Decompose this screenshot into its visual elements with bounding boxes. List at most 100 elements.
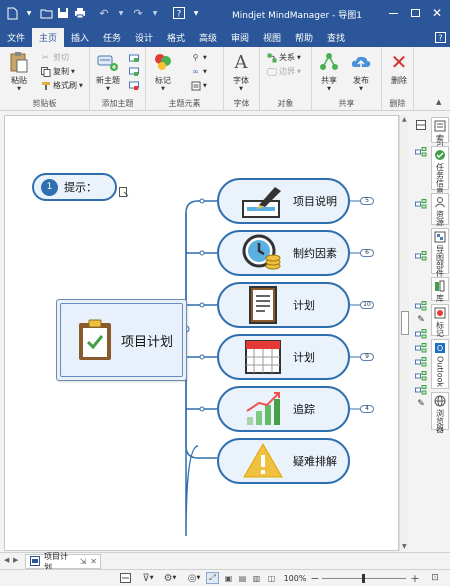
close-tab-icon[interactable]: ✕ xyxy=(90,557,97,566)
map-node-icon[interactable] xyxy=(414,369,428,383)
vertical-scrollbar[interactable]: ▲ ▼ xyxy=(399,115,409,551)
add-callout-button[interactable] xyxy=(128,66,139,77)
map-node-icon[interactable] xyxy=(414,249,428,263)
topic-project-description[interactable]: 项目说明 xyxy=(217,178,350,224)
topic-count-badge[interactable]: 5 xyxy=(360,197,374,205)
document-tab[interactable]: 项目计划 ⇲ ✕ xyxy=(25,552,101,572)
customize-button[interactable]: ▼ xyxy=(188,5,204,21)
tab-insert[interactable]: 插入 xyxy=(64,28,96,47)
delete-button[interactable]: ✕ 删除 xyxy=(388,50,410,86)
close-button[interactable]: ✕ xyxy=(426,4,448,22)
topic-constraints[interactable]: 制约因素 xyxy=(217,230,350,276)
share-button[interactable]: 共享 ▼ xyxy=(318,51,340,92)
callout-topic[interactable]: 1 提示： xyxy=(32,173,117,201)
grid-icon[interactable] xyxy=(414,118,428,132)
cut-button[interactable]: ✂ 剪切 xyxy=(40,52,69,63)
format-painter-button[interactable]: 格式刷 ▼ xyxy=(40,80,83,91)
filter-button[interactable] xyxy=(118,572,132,584)
tab-scroll-left-icon[interactable]: ◀ xyxy=(4,556,9,564)
boundary-button[interactable]: 边界 ▼ xyxy=(266,66,301,77)
pencil-icon[interactable]: ✎ xyxy=(414,397,428,411)
maximize-button[interactable] xyxy=(404,4,426,22)
view-map-button[interactable]: ▣ xyxy=(222,572,235,584)
redo-button[interactable]: ↷ xyxy=(130,5,146,21)
map-node-icon[interactable] xyxy=(414,341,428,355)
map-node-icon[interactable] xyxy=(414,145,428,159)
view-outline-button[interactable]: ▤ xyxy=(236,572,249,584)
scroll-down-icon[interactable]: ▼ xyxy=(402,543,407,550)
tab-review[interactable]: 审阅 xyxy=(224,28,256,47)
tab-file[interactable]: 文件 xyxy=(0,28,32,47)
zoom-slider-thumb[interactable] xyxy=(362,574,365,583)
callout-note-icon[interactable] xyxy=(119,187,129,197)
central-topic[interactable]: 项目计划 xyxy=(56,299,187,381)
attachment-button[interactable]: ⚲ ▼ xyxy=(190,52,207,63)
mark-button[interactable]: 标记 ▼ xyxy=(152,51,174,92)
tab-resources[interactable]: 资源 xyxy=(431,193,449,226)
new-topic-button[interactable]: 新主题 ▼ xyxy=(96,51,120,92)
dropdown-button[interactable]: ▼ xyxy=(21,5,37,21)
tab-markers[interactable]: 标记 xyxy=(431,304,449,337)
topic-count-badge[interactable]: 4 xyxy=(360,405,374,413)
tab-task[interactable]: 任务 xyxy=(96,28,128,47)
topic-count-badge[interactable]: 10 xyxy=(360,301,374,309)
settings-dropdown-button[interactable]: ⚙ ▼ xyxy=(160,572,180,584)
minimize-button[interactable] xyxy=(382,4,404,22)
tab-outlook[interactable]: O Outlook xyxy=(431,339,449,389)
zoom-in-button[interactable]: + xyxy=(410,572,420,585)
relation-button[interactable]: 关系 ▼ xyxy=(266,52,301,63)
add-subtopic-button[interactable] xyxy=(128,52,139,63)
topic-count-badge[interactable]: 6 xyxy=(360,249,374,257)
filter-dropdown-button[interactable]: ⊽ ▼ xyxy=(138,572,158,584)
topic-plan[interactable]: 计划 xyxy=(217,282,350,328)
map-node-icon[interactable] xyxy=(414,355,428,369)
map-node-icon[interactable] xyxy=(414,197,428,211)
pin-icon[interactable]: ⇲ xyxy=(80,557,87,566)
topic-tracking[interactable]: 追踪 xyxy=(217,386,350,432)
tab-home[interactable]: 主页 xyxy=(32,28,64,47)
tab-browser[interactable]: 浏览器 xyxy=(431,392,449,433)
focus-dropdown-button[interactable]: ◎ ▼ xyxy=(184,572,204,584)
view-gantt-button[interactable]: ▥ xyxy=(250,572,263,584)
tab-task-info[interactable]: 任务信息 xyxy=(431,146,449,195)
map-canvas[interactable]: 1 提示： 项目计划 项目说明 5 制约因素 6 计划 10 计划 9 追踪 4… xyxy=(4,115,399,551)
tab-find[interactable]: 查找 xyxy=(320,28,352,47)
new-file-button[interactable] xyxy=(4,5,20,21)
tab-help[interactable]: 帮助 xyxy=(288,28,320,47)
notes-button[interactable]: ▼ xyxy=(190,80,207,91)
pencil-icon[interactable]: ✎ xyxy=(414,313,428,327)
topic-troubleshooting[interactable]: 疑难排解 xyxy=(217,438,350,484)
copy-button[interactable]: 复制 ▼ xyxy=(40,66,75,77)
paste-button[interactable]: 粘贴 ▼ xyxy=(8,51,30,92)
ribbon-collapse-button[interactable]: ▲ xyxy=(436,97,446,107)
map-node-icon[interactable] xyxy=(414,383,428,397)
tab-map-parts[interactable]: 导图部件 xyxy=(431,228,449,277)
open-button[interactable] xyxy=(38,5,54,21)
fit-window-button[interactable]: ⊡ xyxy=(428,572,442,584)
undo-button[interactable]: ↶ xyxy=(96,5,112,21)
topic-schedule[interactable]: 计划 xyxy=(217,334,350,380)
vertical-scroll-thumb[interactable] xyxy=(401,311,409,335)
map-node-icon[interactable] xyxy=(414,299,428,313)
redo-dropdown[interactable]: ▼ xyxy=(147,5,163,21)
tab-format[interactable]: 格式 xyxy=(160,28,192,47)
tab-index[interactable]: 索引 xyxy=(431,117,449,150)
undo-dropdown[interactable]: ▼ xyxy=(113,5,129,21)
hyperlink-button[interactable]: ∞ ▼ xyxy=(190,66,207,77)
publish-button[interactable]: 发布 ▼ xyxy=(350,51,372,92)
ribbon-help-button[interactable]: ? xyxy=(430,28,450,47)
zoom-out-button[interactable]: − xyxy=(310,572,320,585)
topic-count-badge[interactable]: 9 xyxy=(360,353,374,361)
add-floating-topic-button[interactable] xyxy=(128,80,139,91)
tab-library[interactable]: 库 xyxy=(431,277,449,302)
save-button[interactable] xyxy=(55,5,71,21)
tab-design[interactable]: 设计 xyxy=(128,28,160,47)
help-button[interactable]: ? xyxy=(171,5,187,21)
tab-view[interactable]: 视图 xyxy=(256,28,288,47)
fit-map-button[interactable]: ⤢ xyxy=(206,572,219,584)
print-button[interactable] xyxy=(72,5,88,21)
map-node-icon[interactable] xyxy=(414,327,428,341)
tab-advanced[interactable]: 高级 xyxy=(192,28,224,47)
zoom-slider[interactable] xyxy=(322,574,406,583)
font-button[interactable]: A 字体 ▼ xyxy=(230,51,252,93)
